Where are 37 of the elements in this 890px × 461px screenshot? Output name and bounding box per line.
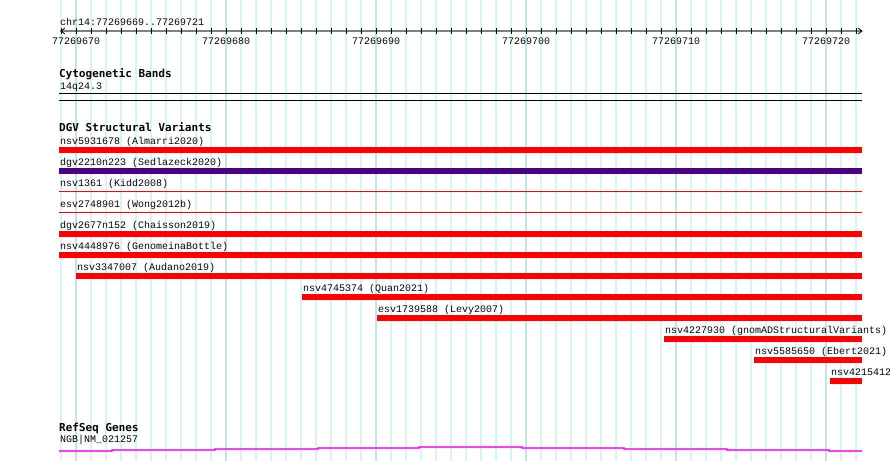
- variant-label[interactable]: nsv1361 (Kidd2008): [60, 179, 168, 190]
- track-title: DGV Structural Variants: [59, 121, 212, 134]
- gene-label[interactable]: NGB|NM_021257: [60, 435, 138, 446]
- tick-label: 77269710: [652, 37, 700, 48]
- variant-bar[interactable]: [664, 336, 862, 342]
- variant-label[interactable]: nsv4745374 (Quan2021): [303, 284, 430, 295]
- variant-label[interactable]: nsv4227930 (gnomADStructuralVariants): [665, 326, 888, 337]
- variant-label[interactable]: nsv3347007 (Audano2019): [77, 263, 216, 274]
- track-title: RefSeq Genes: [59, 421, 138, 434]
- variant-line[interactable]: [59, 191, 862, 192]
- variant-bar[interactable]: [302, 294, 862, 300]
- variant-bar[interactable]: [830, 378, 862, 384]
- locus-label: chr14:77269669..77269721: [60, 18, 204, 29]
- variant-bar[interactable]: [377, 315, 862, 321]
- variant-bar[interactable]: [754, 357, 862, 363]
- variant-label[interactable]: esv1739588 (Levy2007): [378, 305, 504, 316]
- track-title: Cytogenetic Bands: [59, 67, 172, 80]
- variant-bar[interactable]: [59, 252, 862, 258]
- variant-bar[interactable]: [59, 168, 862, 174]
- variant-bar[interactable]: [59, 147, 862, 153]
- tick-label: 77269690: [352, 37, 400, 48]
- variant-bar[interactable]: [76, 273, 862, 279]
- variant-label[interactable]: nsv4215412: [831, 368, 890, 379]
- tick-label: 77269720: [802, 37, 850, 48]
- variant-label[interactable]: nsv5585650 (Ebert2021): [755, 347, 888, 358]
- gene-line[interactable]: [59, 446, 862, 452]
- variant-label[interactable]: esv2748901 (Wong2012b): [60, 200, 192, 211]
- tick-label: 77269670: [52, 37, 100, 48]
- variant-label[interactable]: nsv5931678 (Almarri2020): [60, 137, 204, 148]
- variant-label[interactable]: dgv2210n223 (Sedlazeck2020): [60, 158, 222, 169]
- variant-label[interactable]: dgv2677n152 (Chaisson2019): [60, 221, 216, 232]
- tick-label: 77269680: [202, 37, 250, 48]
- variant-label[interactable]: nsv4448976 (GenomeinaBottle): [60, 242, 228, 253]
- band-label: 14q24.3: [60, 82, 102, 93]
- variant-bar[interactable]: [59, 231, 862, 237]
- variant-line[interactable]: [59, 212, 862, 213]
- tick-label: 77269700: [502, 37, 550, 48]
